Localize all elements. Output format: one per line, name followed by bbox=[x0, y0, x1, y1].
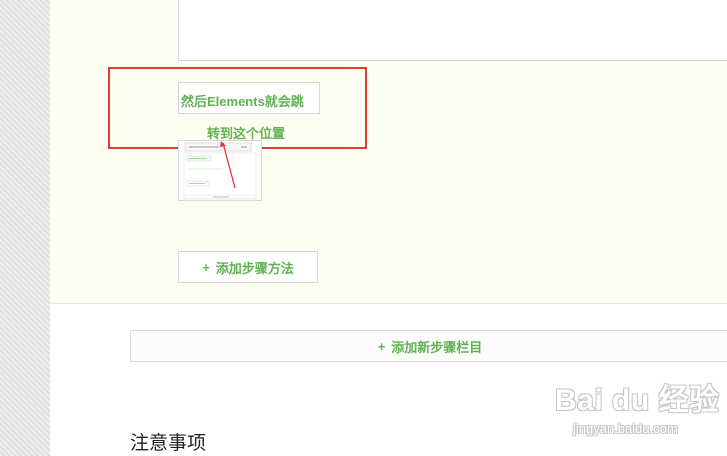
add-step-section-label: 添加新步骤栏目 bbox=[391, 339, 483, 355]
notes-heading: 注意事项 bbox=[130, 432, 207, 454]
watermark-url: jingyan.baidu.com bbox=[573, 421, 678, 436]
highlight-annotation bbox=[108, 67, 367, 149]
thumbnail-screenshot-icon bbox=[179, 141, 261, 200]
left-background-strip bbox=[0, 0, 50, 456]
baidu-jingyan-watermark: Bai du 经验 jingyan.baidu.com bbox=[555, 375, 725, 445]
add-step-method-button[interactable]: + 添加步骤方法 bbox=[178, 251, 318, 283]
plus-icon: + bbox=[202, 259, 210, 275]
plus-icon: + bbox=[377, 338, 386, 354]
add-step-section-button[interactable]: + 添加新步骤栏目 bbox=[130, 330, 727, 362]
watermark-logo: Bai du 经验 bbox=[555, 384, 720, 417]
step-text-editor[interactable] bbox=[178, 0, 727, 61]
add-step-method-label: 添加步骤方法 bbox=[215, 260, 294, 276]
step-image-thumbnail[interactable] bbox=[178, 140, 262, 201]
